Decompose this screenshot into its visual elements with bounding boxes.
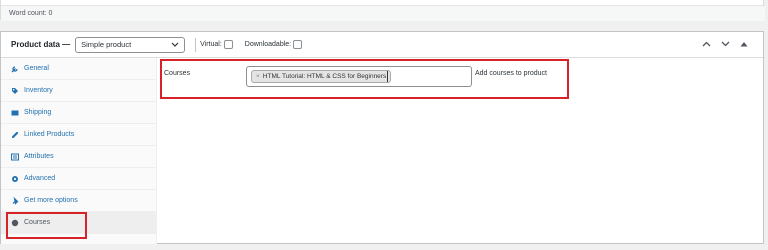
plug-icon xyxy=(11,196,19,205)
product-data-header: Product data — Simple product Virtual: D… xyxy=(1,32,763,58)
tab-label: Linked Products xyxy=(24,131,75,138)
editor-area: Word count: 0 xyxy=(0,0,765,21)
list-icon xyxy=(11,153,19,161)
product-type-value: Simple product xyxy=(81,40,132,49)
tab-linked-products[interactable]: Linked Products xyxy=(1,124,156,146)
word-count: Word count: 0 xyxy=(1,5,765,21)
tab-attributes[interactable]: Attributes xyxy=(1,146,156,168)
tab-inventory[interactable]: Inventory xyxy=(1,80,156,102)
downloadable-label: Downloadable: xyxy=(244,41,292,48)
gear-icon xyxy=(11,175,19,183)
tab-label: Get more options xyxy=(24,197,78,204)
downloadable-option[interactable]: Downloadable: xyxy=(244,40,303,49)
truck-icon xyxy=(11,109,19,117)
tab-label: General xyxy=(24,65,49,72)
header-divider xyxy=(195,37,197,52)
tab-label: Attributes xyxy=(24,153,54,160)
tab-label: Inventory xyxy=(24,87,53,94)
downloadable-checkbox[interactable] xyxy=(293,40,303,49)
virtual-checkbox[interactable] xyxy=(223,40,233,49)
tag-icon xyxy=(11,87,19,95)
tab-advanced[interactable]: Advanced xyxy=(1,168,156,190)
panel-controls xyxy=(701,39,749,49)
tab-general[interactable]: General xyxy=(1,58,156,80)
virtual-option[interactable]: Virtual: xyxy=(200,40,233,49)
highlight-box-courses-tab xyxy=(6,212,87,239)
product-type-select[interactable]: Simple product xyxy=(75,36,186,53)
tab-label: Shipping xyxy=(24,109,52,116)
move-up-icon[interactable] xyxy=(701,39,711,49)
tab-get-more-options[interactable]: Get more options xyxy=(1,190,156,212)
highlight-box-courses-field xyxy=(160,59,569,99)
wrench-icon xyxy=(11,65,19,73)
tab-label: Advanced xyxy=(24,175,56,182)
chevron-down-icon xyxy=(171,41,179,50)
product-data-title: Product data — xyxy=(11,40,71,49)
move-down-icon[interactable] xyxy=(720,39,730,49)
virtual-label: Virtual: xyxy=(200,41,222,48)
tab-shipping[interactable]: Shipping xyxy=(1,102,156,124)
link-icon xyxy=(11,131,19,139)
collapse-toggle-icon[interactable] xyxy=(739,39,749,49)
